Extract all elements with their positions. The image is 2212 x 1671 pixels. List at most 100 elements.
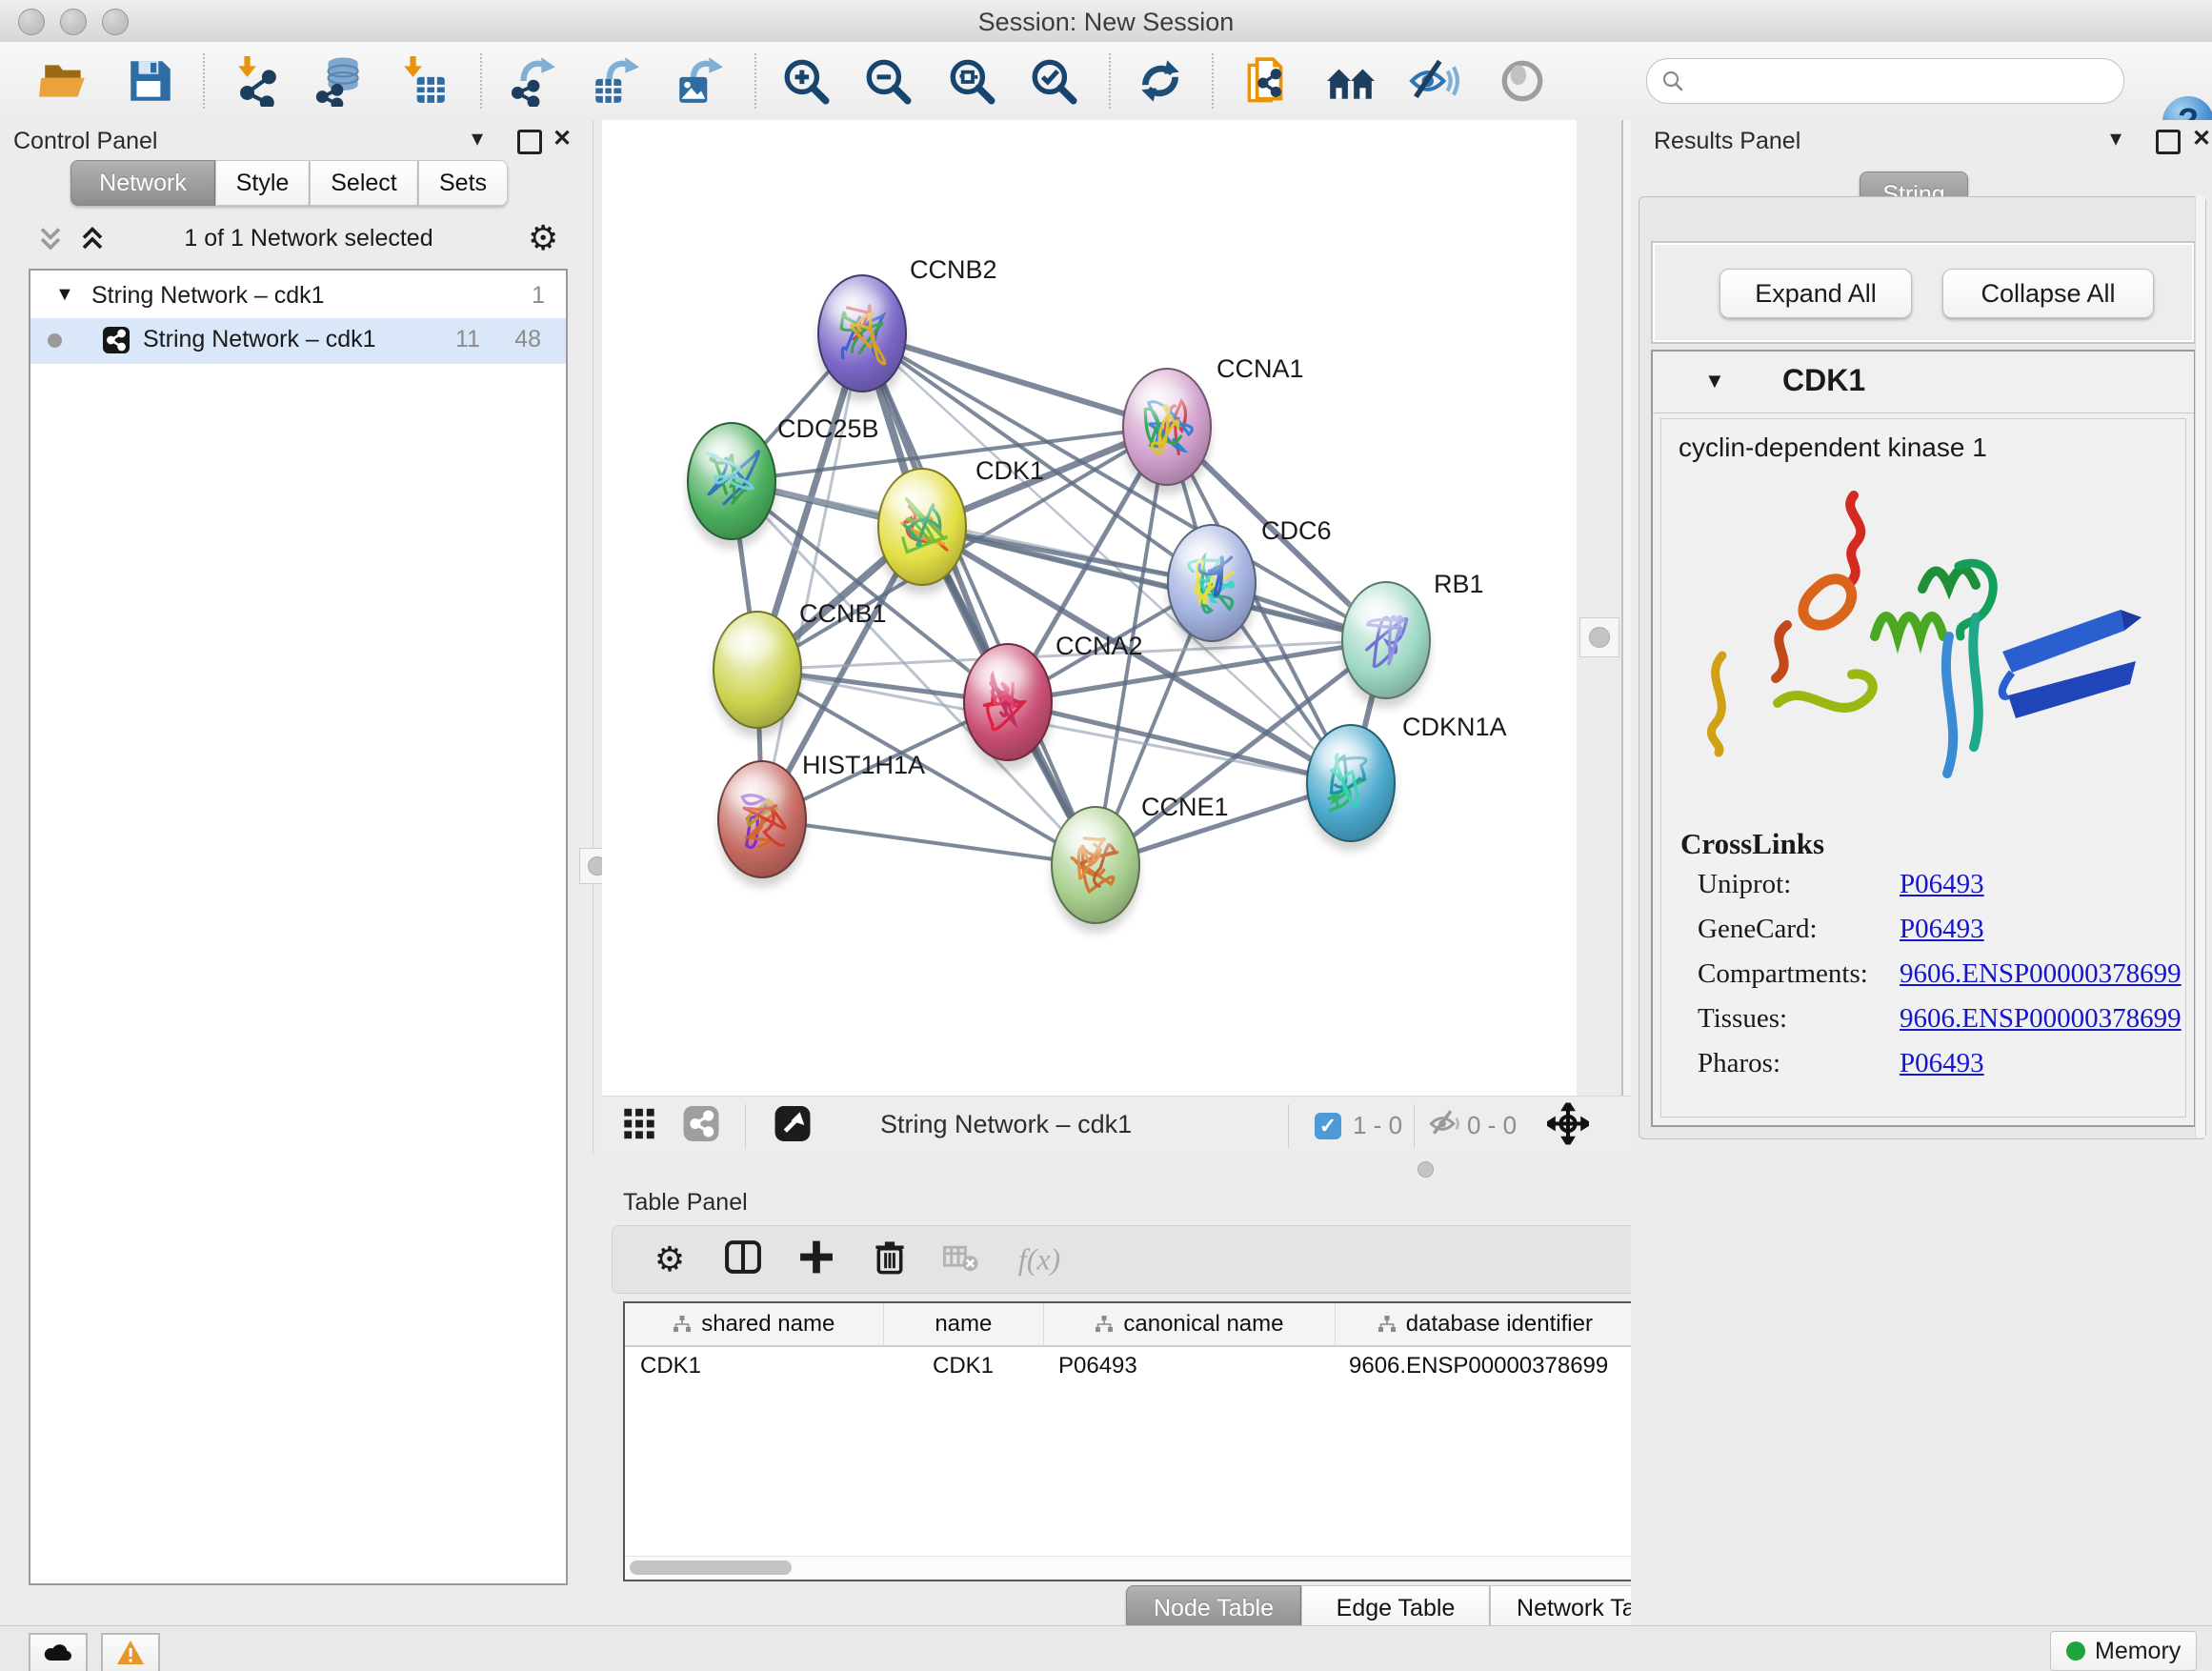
- crosslink-value-link[interactable]: 9606.ENSP00000378699: [1900, 1003, 2182, 1035]
- results-panel-float-icon[interactable]: [2156, 130, 2181, 154]
- network-canvas[interactable]: CCNB2CCNA1CDC25BCDK1CDC6RB1CCNB1CCNA2CDK…: [602, 120, 1577, 1096]
- crosslink-value-link[interactable]: P06493: [1900, 869, 1984, 900]
- network-collection-row[interactable]: ▼ String Network – cdk1 1: [30, 276, 566, 318]
- save-session-icon[interactable]: [125, 55, 176, 107]
- network-node-CDK1[interactable]: [878, 469, 966, 594]
- column-header-label: name: [935, 1311, 992, 1338]
- network-edge[interactable]: [762, 819, 1096, 865]
- grid-view-icon[interactable]: [623, 1108, 655, 1145]
- tab-select[interactable]: Select: [310, 160, 418, 206]
- tab-style[interactable]: Style: [215, 160, 310, 206]
- node-label: CDC25B: [777, 414, 879, 443]
- expand-all-button[interactable]: Expand All: [1719, 269, 1912, 318]
- memory-button[interactable]: Memory: [2050, 1631, 2197, 1671]
- network-edge[interactable]: [762, 333, 862, 819]
- show-columns-icon[interactable]: [724, 1238, 762, 1281]
- network-options-gear-icon[interactable]: ⚙: [528, 221, 558, 255]
- delete-column-trash-icon[interactable]: [872, 1239, 908, 1280]
- column-header-canonical-name[interactable]: canonical name: [1044, 1303, 1335, 1345]
- zoom-out-icon[interactable]: [862, 55, 914, 107]
- table-cell[interactable]: CDK1: [625, 1347, 883, 1385]
- network-node-CCNB1[interactable]: [714, 612, 801, 737]
- column-header-name[interactable]: name: [884, 1303, 1045, 1345]
- import-network-database-icon[interactable]: [315, 55, 367, 107]
- import-table-icon[interactable]: [399, 55, 451, 107]
- network-row-selected[interactable]: String Network – cdk1 11 48: [30, 318, 566, 364]
- toolbar-separator: [754, 53, 756, 109]
- network-node-CDC25B[interactable]: [688, 423, 775, 549]
- zoom-selected-icon[interactable]: [1028, 55, 1079, 107]
- table-cell[interactable]: 9606.ENSP00000378699: [1334, 1347, 1634, 1385]
- crosslink-label: Compartments:: [1698, 958, 1868, 990]
- export-table-icon[interactable]: [590, 55, 641, 107]
- collapse-all-button[interactable]: Collapse All: [1942, 269, 2154, 318]
- section-collapse-arrow-icon[interactable]: ▼: [1704, 369, 1725, 393]
- tab-edge-table[interactable]: Edge Table: [1301, 1585, 1490, 1631]
- table-cell[interactable]: P06493: [1043, 1347, 1334, 1385]
- cloud-icon: [42, 1640, 74, 1664]
- gene-section-header[interactable]: ▼ CDK1: [1653, 352, 2194, 413]
- zoom-fit-icon[interactable]: [946, 55, 997, 107]
- control-panel-menu-arrow-icon[interactable]: ▾: [472, 128, 483, 151]
- search-field[interactable]: [1646, 58, 2124, 104]
- add-column-icon[interactable]: [797, 1238, 835, 1281]
- export-network-icon[interactable]: [508, 55, 559, 107]
- column-header-shared-name[interactable]: shared name: [625, 1303, 884, 1345]
- results-panel-menu-arrow-icon[interactable]: ▾: [2110, 128, 2122, 151]
- zoom-in-icon[interactable]: [780, 55, 832, 107]
- network-node-CCNE1[interactable]: [1052, 807, 1139, 933]
- crosslink-value-link[interactable]: P06493: [1900, 1048, 1984, 1079]
- network-node-CCNA1[interactable]: [1123, 369, 1211, 494]
- search-input[interactable]: [1697, 63, 2110, 99]
- pan-crosshair-icon[interactable]: [1547, 1103, 1589, 1150]
- application-window: Session: New Session: [0, 0, 2212, 1671]
- tab-node-table[interactable]: Node Table: [1126, 1585, 1301, 1631]
- column-header-label: database identifier: [1406, 1311, 1593, 1338]
- network-node-CDKN1A[interactable]: [1307, 725, 1395, 851]
- export-image-icon[interactable]: [674, 55, 725, 107]
- network-node-CCNB2[interactable]: [818, 275, 906, 401]
- gene-section: ▼ CDK1 cyclin-dependent kinase 1: [1651, 350, 2196, 1127]
- network-edge[interactable]: [1008, 702, 1351, 783]
- cloud-button[interactable]: [29, 1633, 88, 1671]
- collapse-all-chevron-icon[interactable]: [36, 225, 65, 253]
- apply-layout-icon[interactable]: [1135, 55, 1186, 107]
- network-edge[interactable]: [862, 333, 1167, 427]
- column-header-database-identifier[interactable]: database identifier: [1336, 1303, 1636, 1345]
- import-network-file-icon[interactable]: [233, 55, 285, 107]
- crosslink-value-link[interactable]: 9606.ENSP00000378699: [1900, 958, 2182, 990]
- houses-icon[interactable]: [1325, 55, 1377, 107]
- tab-sets[interactable]: Sets: [418, 160, 508, 206]
- results-panel-title: Results Panel: [1654, 128, 1800, 155]
- node-label: CDKN1A: [1402, 713, 1507, 741]
- network-edge[interactable]: [862, 333, 1096, 865]
- selected-checkbox-icon[interactable]: ✓: [1315, 1113, 1341, 1139]
- warning-button[interactable]: [101, 1633, 160, 1671]
- gene-section-body: cyclin-dependent kinase 1: [1660, 418, 2186, 1117]
- collection-expand-arrow-icon[interactable]: ▼: [55, 284, 74, 306]
- tab-network[interactable]: Network: [70, 160, 215, 206]
- crosslink-value-link[interactable]: P06493: [1900, 914, 1984, 945]
- table-panel-title: Table Panel: [623, 1189, 748, 1217]
- hide-selected-eye-slash-icon[interactable]: [1408, 55, 1459, 107]
- control-panel-close-icon[interactable]: ✕: [553, 128, 572, 151]
- network-node-RB1[interactable]: [1342, 582, 1430, 708]
- network-node-HIST1H1A[interactable]: [718, 761, 806, 887]
- table-cell[interactable]: CDK1: [883, 1347, 1043, 1385]
- results-scrollbar[interactable]: [2195, 196, 2205, 1137]
- open-session-icon[interactable]: [39, 55, 90, 107]
- network-view-share-icon[interactable]: [682, 1105, 720, 1148]
- scrollbar-thumb[interactable]: [630, 1560, 792, 1575]
- first-neighbors-icon[interactable]: [1241, 55, 1293, 107]
- protein-structure-image: [1673, 474, 2172, 802]
- title-bar: Session: New Session: [0, 0, 2212, 43]
- right-splitter-handle[interactable]: [1579, 617, 1619, 657]
- control-panel-float-icon[interactable]: [517, 130, 542, 154]
- detach-view-icon[interactable]: [774, 1105, 812, 1148]
- results-panel-close-icon[interactable]: ✕: [2192, 128, 2211, 151]
- network-node-CDC6[interactable]: [1168, 525, 1256, 651]
- table-options-gear-icon[interactable]: ⚙: [654, 1242, 685, 1277]
- network-node-CCNA2[interactable]: [964, 644, 1052, 770]
- expand-all-chevron-icon[interactable]: [78, 225, 107, 253]
- network-edge-count: 48: [514, 326, 541, 353]
